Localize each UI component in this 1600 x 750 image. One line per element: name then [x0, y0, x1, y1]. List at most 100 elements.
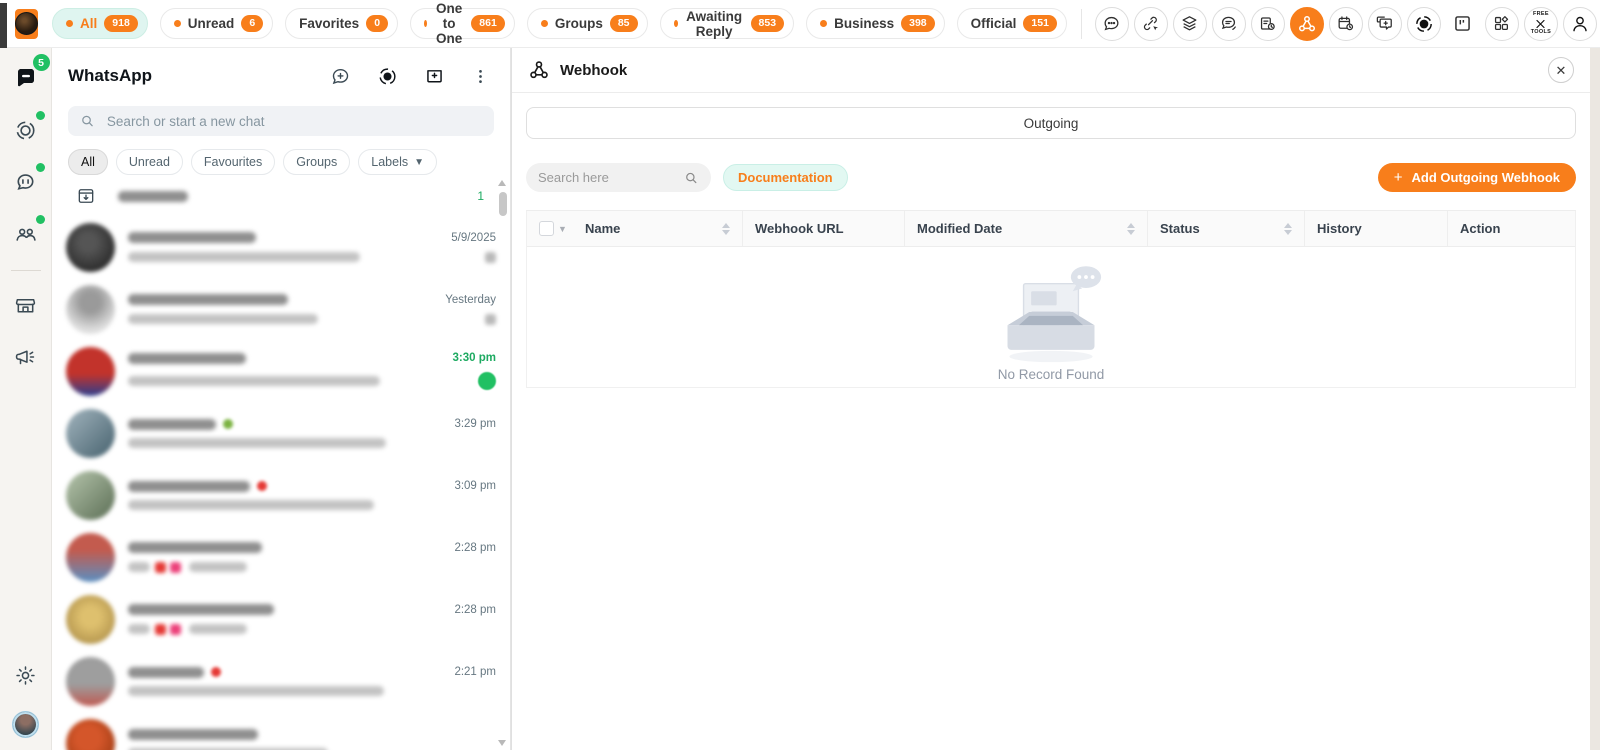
plus-icon: + [1393, 169, 1403, 186]
chip-groups[interactable]: Groups [283, 149, 351, 175]
app-logo-emblem [15, 12, 38, 35]
webhook-search-input[interactable] [538, 170, 685, 185]
scrollbar-thumb[interactable] [498, 192, 507, 216]
select-all-checkbox[interactable] [539, 221, 554, 236]
profile-icon[interactable] [1562, 6, 1597, 41]
orange-dot-icon [66, 20, 73, 27]
column-header-name[interactable]: Name [573, 211, 743, 246]
status-target-icon[interactable] [1406, 6, 1441, 41]
new-chat-icon[interactable] [328, 64, 353, 89]
chat-avatar [66, 656, 115, 706]
filter-one-to-one[interactable]: One to One 861 [410, 1, 515, 46]
kanban-window-icon[interactable] [1445, 6, 1480, 41]
nav-store[interactable] [8, 287, 44, 323]
nav-communities[interactable] [8, 215, 45, 252]
close-icon[interactable]: ✕ [1548, 57, 1574, 83]
calendar-schedule-icon[interactable] [1328, 6, 1363, 41]
chat-list-item[interactable]: 3:30 pm [52, 340, 510, 402]
quick-reply-icon[interactable] [1211, 6, 1246, 41]
filter-unread[interactable]: Unread 6 [159, 8, 274, 39]
chat-preview-blurred [128, 314, 318, 324]
sort-icon[interactable] [1284, 222, 1292, 235]
documentation-button[interactable]: Documentation [723, 164, 848, 191]
nav-settings[interactable] [8, 657, 44, 693]
chat-preview-blurred [189, 562, 247, 572]
filter-count-badge: 85 [609, 15, 638, 32]
filter-groups[interactable]: Groups 85 [526, 8, 648, 39]
panel-title: Webhook [560, 61, 628, 79]
archived-label-blurred [118, 190, 188, 202]
archived-chats-row[interactable]: 1 [52, 176, 510, 216]
extension-toolbar-icons: FREE TOOLS [1067, 6, 1597, 41]
sort-icon[interactable] [1127, 222, 1135, 235]
scroll-up-arrow[interactable] [498, 180, 506, 186]
filter-count-badge: 398 [901, 15, 935, 32]
search-icon [82, 115, 93, 127]
filter-count-badge: 861 [471, 15, 505, 32]
scroll-down-arrow[interactable] [498, 740, 506, 746]
chip-labels[interactable]: Labels ▼ [358, 149, 438, 175]
chat-list-item[interactable] [52, 712, 510, 750]
archive-icon [78, 189, 94, 203]
nav-status[interactable] [8, 111, 45, 148]
filter-count-badge: 853 [750, 15, 785, 32]
filter-all[interactable]: All 918 [52, 8, 148, 39]
column-header-modified-date[interactable]: Modified Date [905, 211, 1148, 246]
chat-list-item[interactable]: 5/9/2025 [52, 216, 510, 278]
chat-preview-blurred [128, 252, 360, 262]
chip-unread[interactable]: Unread [115, 149, 183, 175]
chat-list-item[interactable]: 2:28 pm [52, 588, 510, 650]
menu-kebab-icon[interactable] [469, 65, 492, 88]
add-outgoing-webhook-button[interactable]: + Add Outgoing Webhook [1377, 163, 1576, 192]
chat-avatar [66, 470, 115, 520]
chat-list-item[interactable]: Yesterday [52, 278, 510, 340]
scheduled-messages-icon[interactable] [1250, 6, 1285, 41]
layers-icon[interactable] [1172, 6, 1207, 41]
chat-name-blurred [128, 418, 216, 430]
chat-add-icon[interactable] [1367, 6, 1402, 41]
chat-list-item[interactable]: 2:21 pm [52, 650, 510, 712]
chat-preview-blurred [128, 376, 380, 386]
archived-count: 1 [477, 189, 484, 203]
chat-avatar [66, 718, 115, 750]
sort-icon[interactable] [722, 222, 730, 235]
chip-favourites[interactable]: Favourites [190, 149, 276, 175]
webhook-icon[interactable] [1289, 6, 1324, 41]
chat-list: 1 5/9/2025 Yesterday 3:30 pm 3:29 pm 3:0… [52, 176, 510, 750]
tab-outgoing[interactable]: Outgoing [526, 107, 1576, 139]
filter-count-badge: 6 [241, 15, 264, 32]
whatsapp-search-input[interactable] [106, 113, 482, 129]
app-logo[interactable] [15, 8, 38, 39]
chat-list-item[interactable]: 2:28 pm [52, 526, 510, 588]
profile-avatar[interactable] [12, 711, 39, 738]
filter-awaiting-reply[interactable]: Awaiting Reply 853 [659, 8, 795, 39]
whatsapp-header-icons [328, 64, 492, 89]
toolbar-divider [1080, 8, 1082, 39]
chat-preview-blurred [128, 500, 374, 510]
new-community-icon[interactable] [422, 64, 447, 89]
rail-divider [10, 270, 41, 271]
chevron-down-icon[interactable]: ▼ [558, 224, 567, 234]
webhook-search[interactable] [526, 163, 711, 192]
apps-grid-icon[interactable] [1484, 6, 1519, 41]
comments-icon[interactable] [1094, 6, 1129, 41]
nav-chats[interactable]: 5 [8, 54, 50, 96]
nav-advertise[interactable] [8, 339, 44, 375]
chat-list-item[interactable]: 3:29 pm [52, 402, 510, 464]
link-pointer-icon[interactable] [1133, 6, 1168, 41]
chat-name-blurred [128, 666, 204, 678]
status-icon[interactable] [375, 64, 400, 89]
chat-list-item[interactable]: 3:09 pm [52, 464, 510, 526]
whatsapp-search[interactable] [68, 106, 494, 136]
chat-avatar [66, 284, 115, 334]
filter-favorites[interactable]: Favorites 0 [285, 8, 399, 39]
chip-all[interactable]: All [68, 149, 108, 175]
chat-time: 3:29 pm [454, 418, 496, 430]
column-header-status[interactable]: Status [1148, 211, 1305, 246]
chat-list-scrollbar[interactable] [498, 180, 507, 746]
filter-official[interactable]: Official 151 [956, 8, 1067, 39]
nav-channels[interactable] [8, 163, 45, 200]
free-tools-icon[interactable]: FREE TOOLS [1523, 6, 1558, 41]
filter-business[interactable]: Business 398 [806, 8, 945, 39]
page-background-strip [1590, 48, 1600, 750]
